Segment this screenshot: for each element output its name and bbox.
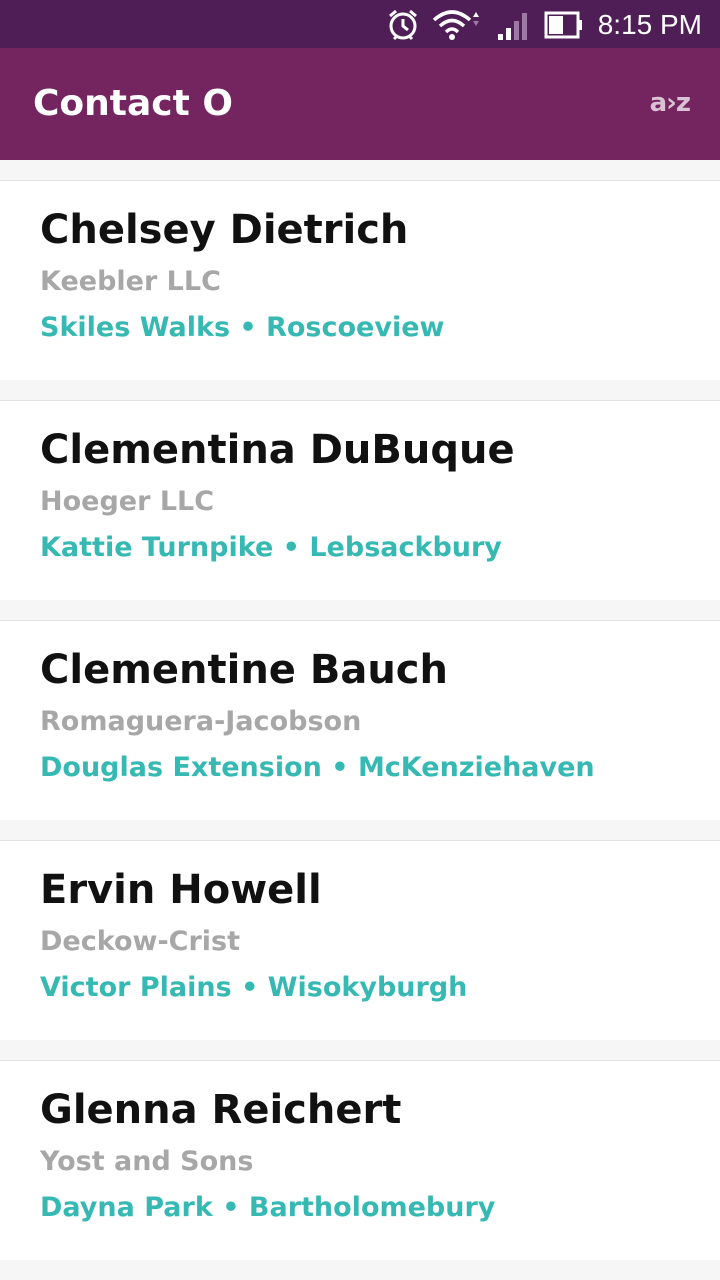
contact-company: Hoeger LLC <box>40 486 215 517</box>
contact-city: Lebsackbury <box>309 532 502 563</box>
cell-signal-icon <box>496 8 532 46</box>
contact-company: Yost and Sons <box>40 1146 254 1177</box>
contact-city: McKenziehaven <box>357 752 595 783</box>
contact-list: Chelsey Dietrich Keebler LLC Skiles Walk… <box>0 160 720 1280</box>
contact-name: Ervin Howell <box>40 867 322 913</box>
contact-name: Clementina DuBuque <box>40 427 515 473</box>
wifi-icon <box>432 8 480 46</box>
contact-street: Victor Plains <box>40 972 232 1003</box>
contact-card[interactable]: Chelsey Dietrich Keebler LLC Skiles Walk… <box>0 180 720 380</box>
contact-card[interactable]: Clementine Bauch Romaguera-Jacobson Doug… <box>0 620 720 820</box>
status-time: 8:15 PM <box>597 9 702 40</box>
contact-street: Dayna Park <box>40 1192 213 1223</box>
address-separator: • <box>239 312 257 343</box>
contact-city: Wisokyburgh <box>267 972 468 1003</box>
alarm-icon <box>386 8 420 46</box>
contact-address: Douglas Extension • McKenziehaven <box>40 751 595 785</box>
address-separator: • <box>331 752 349 783</box>
contact-street: Douglas Extension <box>40 752 322 783</box>
contact-name: Chelsey Dietrich <box>40 207 409 253</box>
contact-street: Kattie Turnpike <box>40 532 274 563</box>
contact-company: Deckow-Crist <box>40 926 241 957</box>
contact-address: Kattie Turnpike • Lebsackbury <box>40 531 502 565</box>
sort-az-button[interactable]: a›z <box>650 86 691 120</box>
contact-city: Bartholomebury <box>248 1192 496 1223</box>
app-title: Contact O <box>33 83 233 124</box>
contact-name: Clementine Bauch <box>40 647 448 693</box>
address-separator: • <box>282 532 300 563</box>
contact-card[interactable]: Clementina DuBuque Hoeger LLC Kattie Tur… <box>0 400 720 600</box>
contact-card[interactable]: Ervin Howell Deckow-Crist Victor Plains … <box>0 840 720 1040</box>
contact-company: Romaguera-Jacobson <box>40 706 362 737</box>
contact-card[interactable]: Glenna Reichert Yost and Sons Dayna Park… <box>0 1060 720 1260</box>
contact-name: Glenna Reichert <box>40 1087 402 1133</box>
app-bar: Contact O a›z <box>0 48 720 160</box>
contact-address: Skiles Walks • Roscoeview <box>40 311 444 345</box>
status-bar: 8:15 PM <box>0 0 720 48</box>
battery-icon <box>544 8 584 46</box>
contact-city: Roscoeview <box>266 312 445 343</box>
contact-company: Keebler LLC <box>40 266 221 297</box>
address-separator: • <box>241 972 259 1003</box>
address-separator: • <box>222 1192 240 1223</box>
contact-address: Dayna Park • Bartholomebury <box>40 1191 495 1225</box>
contact-street: Skiles Walks <box>40 312 231 343</box>
contact-address: Victor Plains • Wisokyburgh <box>40 971 467 1005</box>
